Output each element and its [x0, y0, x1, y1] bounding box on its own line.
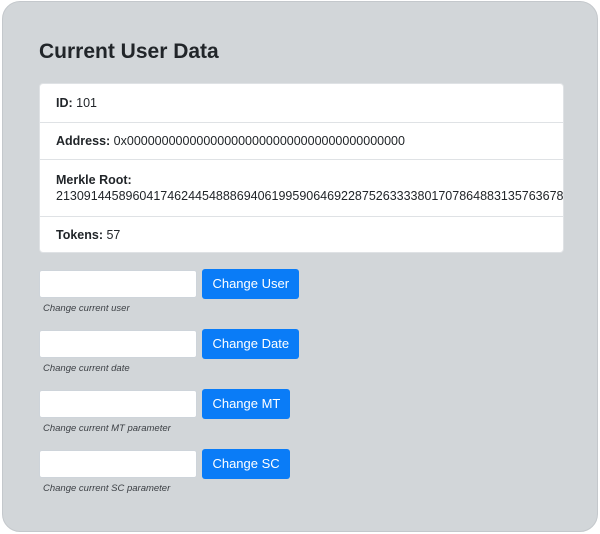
tokens-value: 57 [106, 227, 121, 242]
merkle-root-value: 2130914458960417462445488869406199590646… [56, 189, 564, 203]
mt-input[interactable] [39, 390, 197, 418]
list-item-id: ID: 101 [40, 84, 563, 122]
change-mt-form: Change MT Change current MT parameter [39, 389, 291, 434]
list-item-merkle-root: Merkle Root: 213091445896041746244548886… [40, 159, 563, 216]
address-line: Address: 0x00000000000000000000000000000… [56, 133, 547, 149]
user-input[interactable] [39, 270, 197, 298]
id-label: ID: [56, 96, 73, 110]
merkle-root-label: Merkle Root: [56, 173, 132, 187]
change-mt-button[interactable]: Change MT [202, 389, 291, 419]
id-value: 101 [76, 96, 98, 110]
change-date-hint: Change current date [43, 363, 130, 374]
address-label: Address: [56, 134, 111, 148]
change-sc-button[interactable]: Change SC [202, 449, 290, 479]
user-data-list: ID: 101 Address: 0x000000000000000000000… [39, 83, 564, 253]
page-title: Current User Data [39, 40, 219, 63]
change-sc-hint: Change current SC parameter [43, 483, 171, 494]
change-user-button[interactable]: Change User [202, 269, 300, 299]
change-date-button[interactable]: Change Date [202, 329, 300, 359]
id-line: ID: 101 [56, 95, 547, 111]
address-value: 0x00000000000000000000000000000000000000… [113, 134, 405, 148]
date-input[interactable] [39, 330, 197, 358]
sc-input[interactable] [39, 450, 197, 478]
list-item-address: Address: 0x00000000000000000000000000000… [40, 122, 563, 159]
change-date-form: Change Date Change current date [39, 329, 300, 374]
user-data-panel: Current User Data ID: 101 Address: 0x000… [2, 1, 598, 532]
list-item-tokens: Tokens: 57 [40, 216, 563, 252]
change-user-form: Change User Change current user [39, 269, 300, 314]
tokens-label: Tokens: [56, 227, 103, 242]
change-user-hint: Change current user [43, 303, 130, 314]
change-mt-hint: Change current MT parameter [43, 423, 171, 434]
change-sc-form: Change SC Change current SC parameter [39, 449, 290, 494]
tokens-line: Tokens: 57 [56, 227, 547, 243]
